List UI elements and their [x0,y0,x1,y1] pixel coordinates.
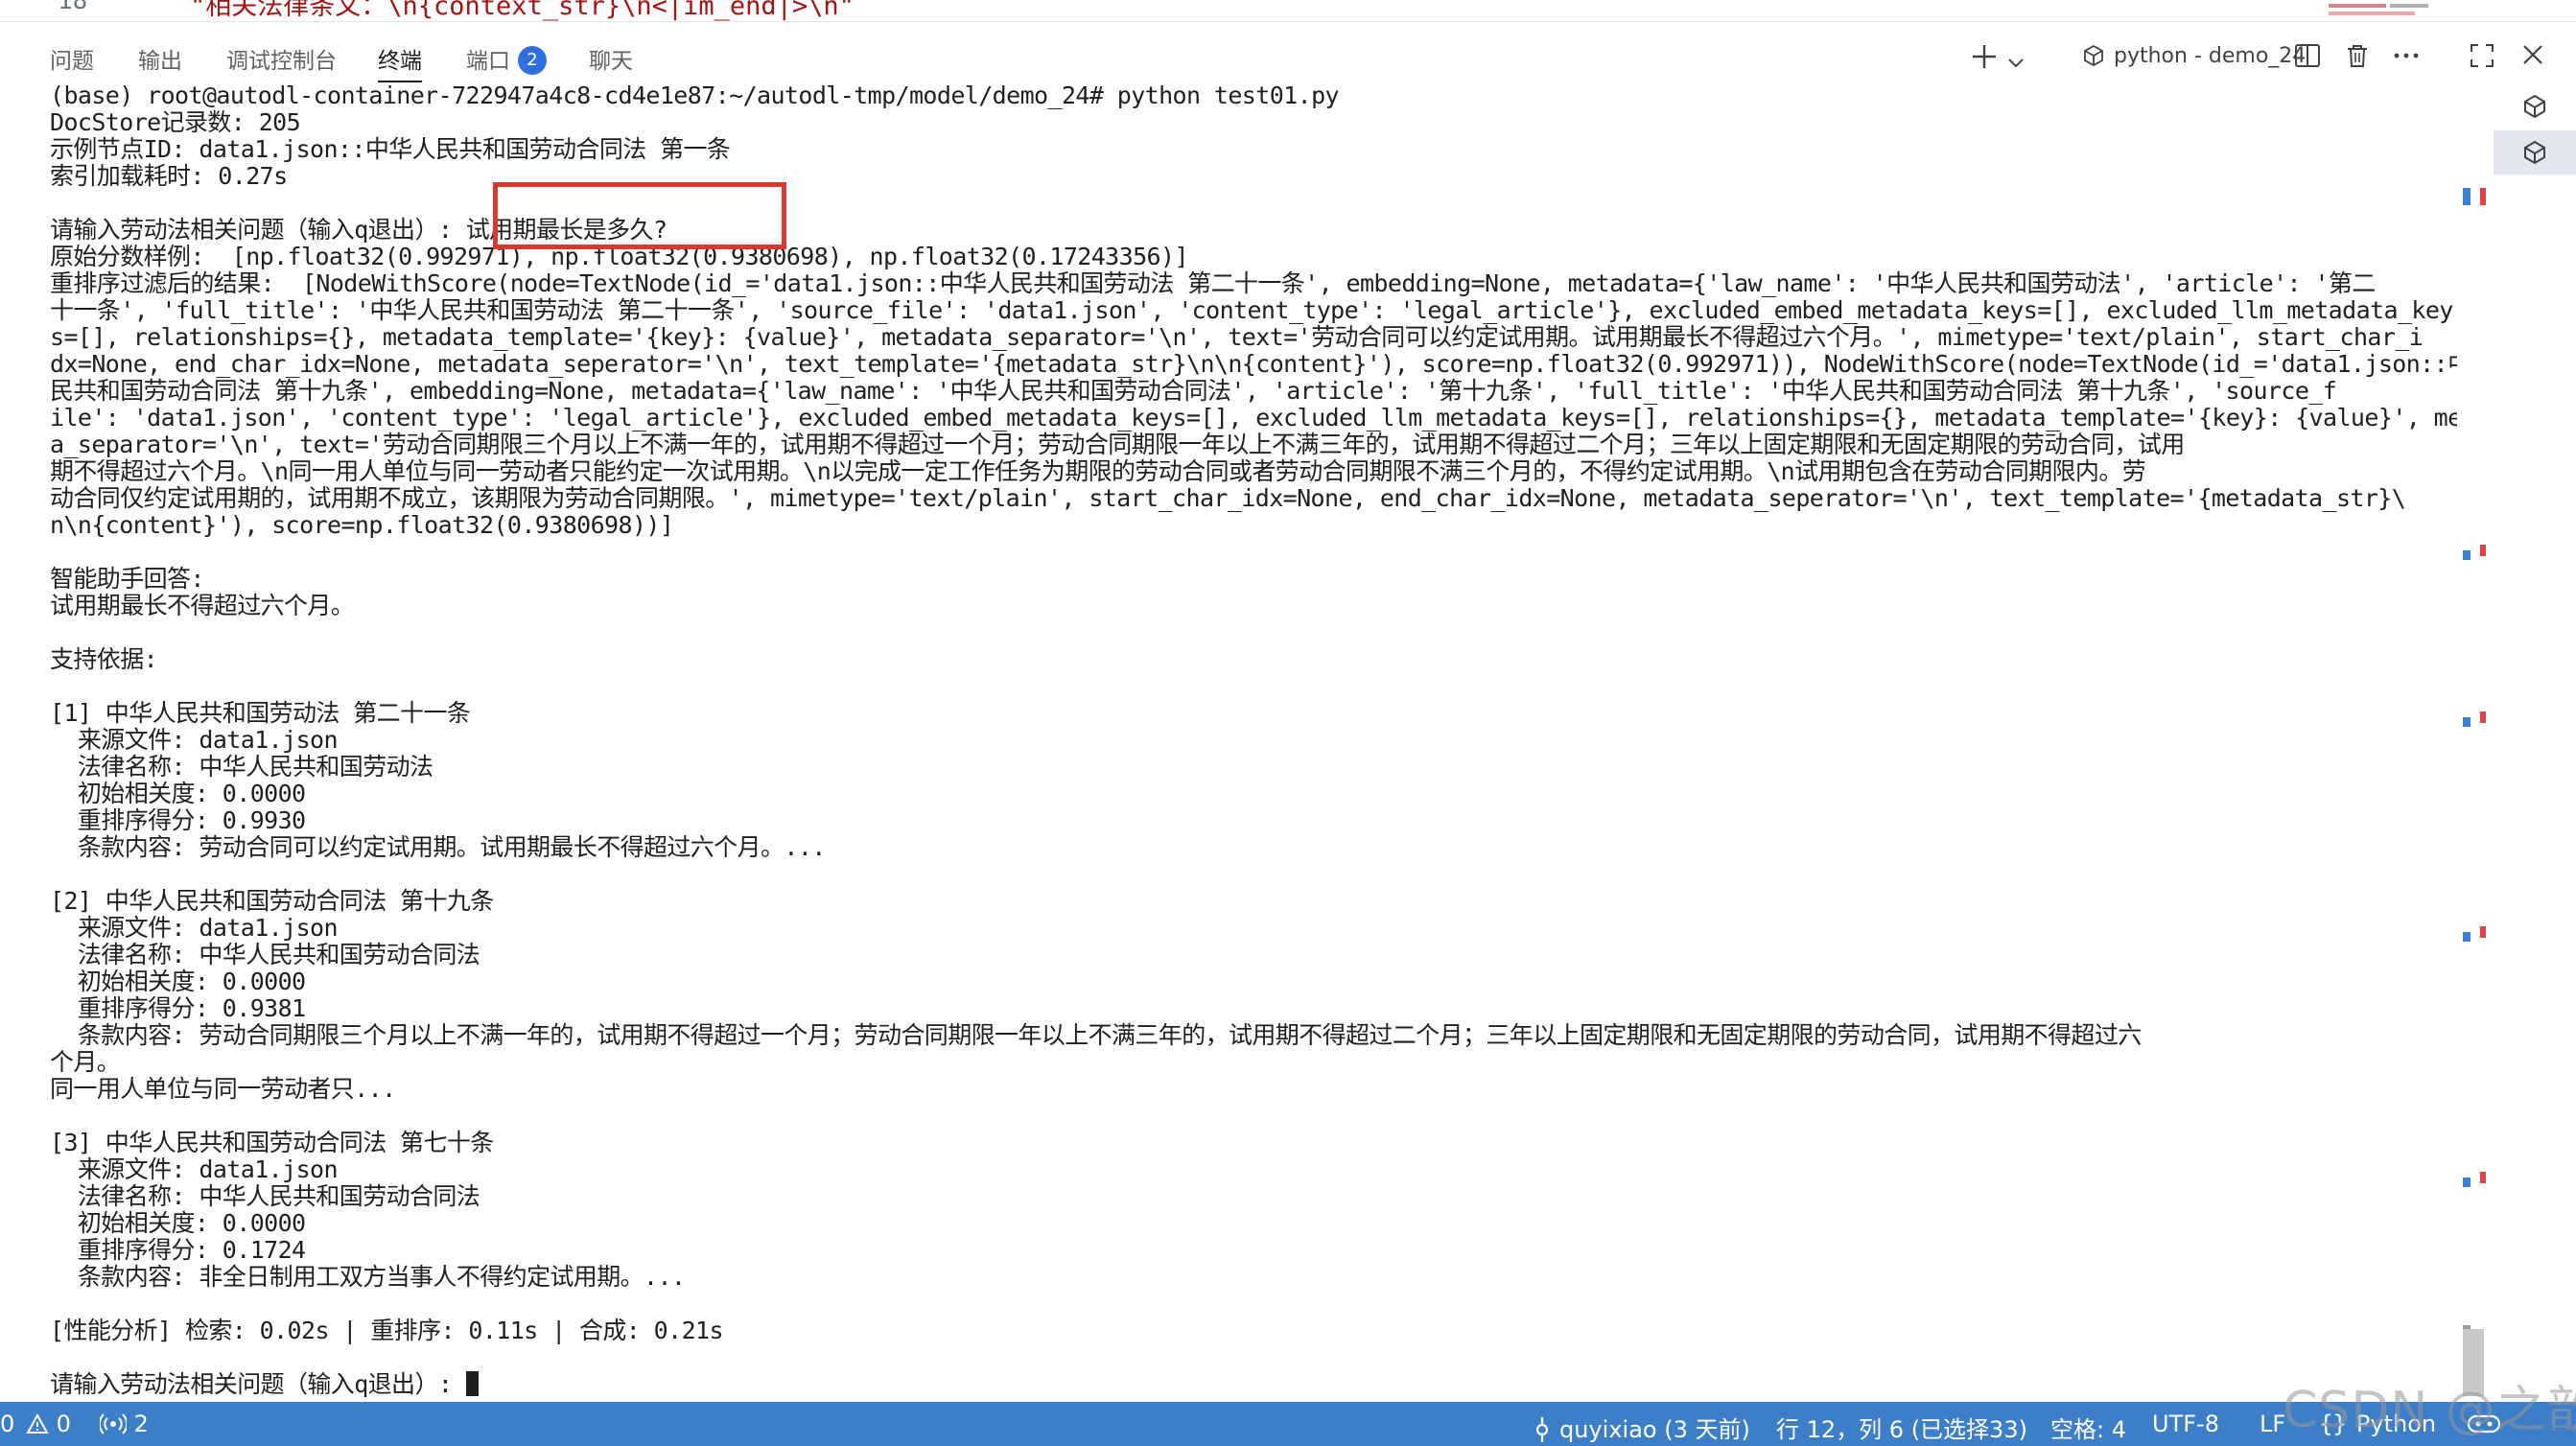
terminal-line: [2] 中华人民共和国劳动合同法 第十九条 [50,888,494,915]
close-panel-icon[interactable] [2520,42,2545,74]
terminal-line: 动合同仅约定试用期的，试用期不成立，该期限为劳动合同期限。', mimetype… [50,485,2406,512]
editor-line-number: 18 [58,0,88,15]
new-terminal-plus-icon[interactable] [1970,42,1999,78]
ports-count-badge: 2 [518,45,547,75]
terminal-line: 来源文件: data1.json [50,1156,339,1183]
encoding[interactable]: UTF-8 [2152,1411,2219,1437]
terminal-line: 索引加载耗时: 0.27s [50,163,288,190]
terminal-line: 重排序过滤后的结果: [NodeWithScore(node=TextNode(… [50,270,2376,297]
terminal-line: DocStore记录数: 205 [50,109,301,136]
terminal-line: 初始相关度: 0.0000 [50,1210,306,1237]
terminal-instance-cube-icon[interactable] [2522,94,2547,119]
terminal-line: 法律名称: 中华人民共和国劳动合同法 [50,942,480,968]
terminal-line: [1] 中华人民共和国劳动法 第二十一条 [50,700,471,727]
terminal-line: 支持依据: [50,646,158,673]
terminal-line: 十一条', 'full_title': '中华人民共和国劳动法 第二十一条', … [50,297,2453,324]
terminal-line: 原始分数样例: [np.float32(0.992971), np.float3… [50,244,1189,270]
editor-code-line: "相关法律条文：\n{context_str}\n<|im_end|>\n" [190,0,855,21]
terminal-line: 请输入劳动法相关问题（输入q退出）: 试用期最长是多久? [50,217,667,244]
terminal-line: 法律名称: 中华人民共和国劳动合同法 [50,1183,480,1210]
chevron-down-icon[interactable] [2006,48,2026,79]
terminal-name: python - demo_24 [2114,44,2307,68]
terminal-output[interactable]: (base) root@autodl-container-722947a4c8-… [50,82,2457,1398]
watermark: CSDN @之歆 [2283,1382,2576,1439]
terminal-line: 条款内容: 非全日制用工双方当事人不得约定试用期。... [50,1264,686,1291]
terminal-line: 条款内容: 劳动合同期限三个月以上不满一年的，试用期不得超过一个月；劳动合同期限… [50,1022,2142,1049]
terminal-instance-cube-icon[interactable] [2522,140,2547,165]
terminal-line: a_separator='\n', text='劳动合同期限三个月以上不满一年的… [50,431,2185,458]
terminal-line: 智能助手回答: [50,566,204,593]
tab-chat[interactable]: 聊天 [589,42,633,75]
minimap[interactable] [2329,0,2463,21]
terminal-list-rail [2494,82,2576,1406]
terminal-line: 同一用人单位与同一劳动者只... [50,1076,396,1103]
tab-terminal[interactable]: 终端 [378,42,422,82]
git-commit-icon [1535,1417,1549,1442]
tab-debug-console[interactable]: 调试控制台 [226,42,337,75]
terminal-line: 期不得超过六个月。\n同一用人单位与同一劳动者只能约定一次试用期。\n以完成一定… [50,458,2146,485]
tab-ports[interactable]: 端口 2 [466,42,547,77]
terminal-line: 个月。 [50,1049,121,1076]
terminal-line: ile': 'data1.json', 'content_type': 'leg… [50,405,2457,431]
terminal-line: s=[], relationships={}, metadata_templat… [50,324,2424,351]
terminal-line: 条款内容: 劳动合同可以约定试用期。试用期最长不得超过六个月。... [50,834,826,861]
editor-strip: 18 "相关法律条文：\n{context_str}\n<|im_end|>\n… [0,0,2576,22]
terminal-line: 初始相关度: 0.0000 [50,968,306,995]
status-bar: 0 0 2 quyixiao (3 天前) 行 12，列 6 (已选择33) 空… [0,1402,2576,1446]
cursor-position[interactable]: 行 12，列 6 (已选择33) [1776,1411,2027,1444]
more-actions-icon[interactable] [2392,42,2421,76]
terminal-line: (base) root@autodl-container-722947a4c8-… [50,82,1340,109]
indentation[interactable]: 空格: 4 [2050,1411,2126,1444]
terminal-scrollbar[interactable] [2455,82,2490,1406]
terminal-line: 初始相关度: 0.0000 [50,781,306,807]
terminal-line: 来源文件: data1.json [50,727,339,754]
terminal-line: 示例节点ID: data1.json::中华人民共和国劳动合同法 第一条 [50,136,731,163]
split-terminal-icon[interactable] [2294,42,2321,76]
terminal-line: 来源文件: data1.json [50,915,339,942]
terminal-cursor [465,1371,479,1396]
git-blame[interactable]: quyixiao (3 天前) [1533,1411,1750,1444]
trash-icon[interactable] [2344,42,2371,76]
warning-icon [26,1412,49,1434]
terminal-line: 重排序得分: 0.1724 [50,1237,306,1264]
terminal-selector[interactable]: python - demo_24 [2083,44,2306,68]
panel-tab-bar: 问题 输出 调试控制台 终端 端口 2 聊天 python - demo_24 [0,21,2576,90]
terminal-line: [3] 中华人民共和国劳动合同法 第七十条 [50,1130,494,1156]
broadcast-icon [98,1413,129,1434]
tab-problems[interactable]: 问题 [50,42,94,75]
terminal-line: 法律名称: 中华人民共和国劳动法 [50,754,433,781]
terminal-line: dx=None, end_char_idx=None, metadata_sep… [50,351,2457,378]
terminal-line: [性能分析] 检索: 0.02s | 重排序: 0.11s | 合成: 0.21… [50,1318,724,1344]
terminal-line: n\n{content}'), score=np.float32(0.93806… [50,512,674,539]
tab-output[interactable]: 输出 [138,42,182,75]
terminal-line: 重排序得分: 0.9381 [50,995,306,1022]
terminal-line: 民共和国劳动合同法 第十九条', embedding=None, metadat… [50,378,2337,405]
python-cube-icon [2084,45,2103,66]
problems-indicator[interactable]: 0 0 [0,1411,71,1437]
terminal-line: 请输入劳动法相关问题（输入q退出）: [50,1371,2457,1398]
maximize-panel-icon[interactable] [2469,42,2495,76]
terminal-line: 重排序得分: 0.9930 [50,807,306,834]
terminal-line: 试用期最长不得超过六个月。 [50,593,355,619]
ports-indicator[interactable]: 2 [98,1411,149,1437]
